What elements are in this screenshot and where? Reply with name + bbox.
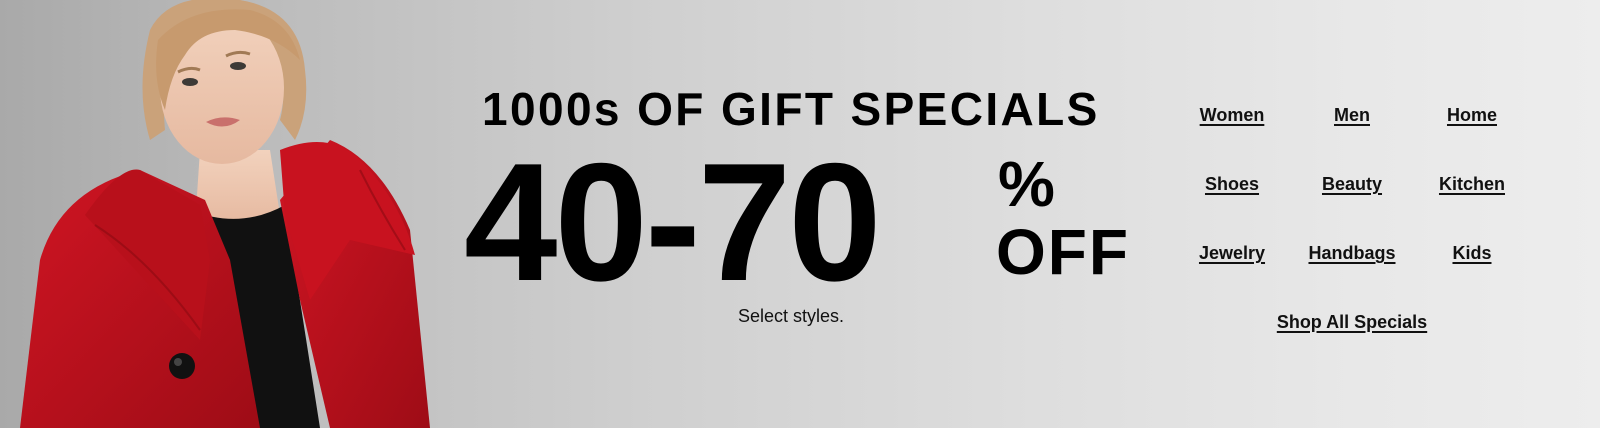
promo-banner[interactable]: 1000s OF GIFT SPECIALS 40-70 % OFF Selec… [0, 0, 1600, 428]
off-label: OFF [996, 216, 1130, 288]
category-link-handbags[interactable]: Handbags [1292, 234, 1412, 303]
category-link-kitchen[interactable]: Kitchen [1412, 165, 1532, 234]
category-link-men[interactable]: Men [1292, 96, 1412, 165]
promo-headline: 1000s OF GIFT SPECIALS [482, 83, 1100, 135]
model-in-red-coat-photo-icon [20, 0, 430, 428]
category-link-home[interactable]: Home [1412, 96, 1532, 165]
percent-sign: % [998, 148, 1055, 220]
promo-headline-block[interactable]: 1000s OF GIFT SPECIALS 40-70 % OFF Selec… [464, 80, 1140, 340]
category-link-beauty[interactable]: Beauty [1292, 165, 1412, 234]
category-link-shoes[interactable]: Shoes [1172, 165, 1292, 234]
fine-print: Select styles. [738, 306, 845, 326]
category-link-jewelry[interactable]: Jewelry [1172, 234, 1292, 303]
category-link-women[interactable]: Women [1172, 96, 1292, 165]
hero-image[interactable] [0, 0, 450, 428]
category-links: Women Men Home Shoes Beauty Kitchen Jewe… [1172, 96, 1532, 303]
category-link-kids[interactable]: Kids [1412, 234, 1532, 303]
shop-all-specials-link[interactable]: Shop All Specials [1232, 304, 1472, 340]
discount-range: 40-70 [464, 128, 882, 316]
